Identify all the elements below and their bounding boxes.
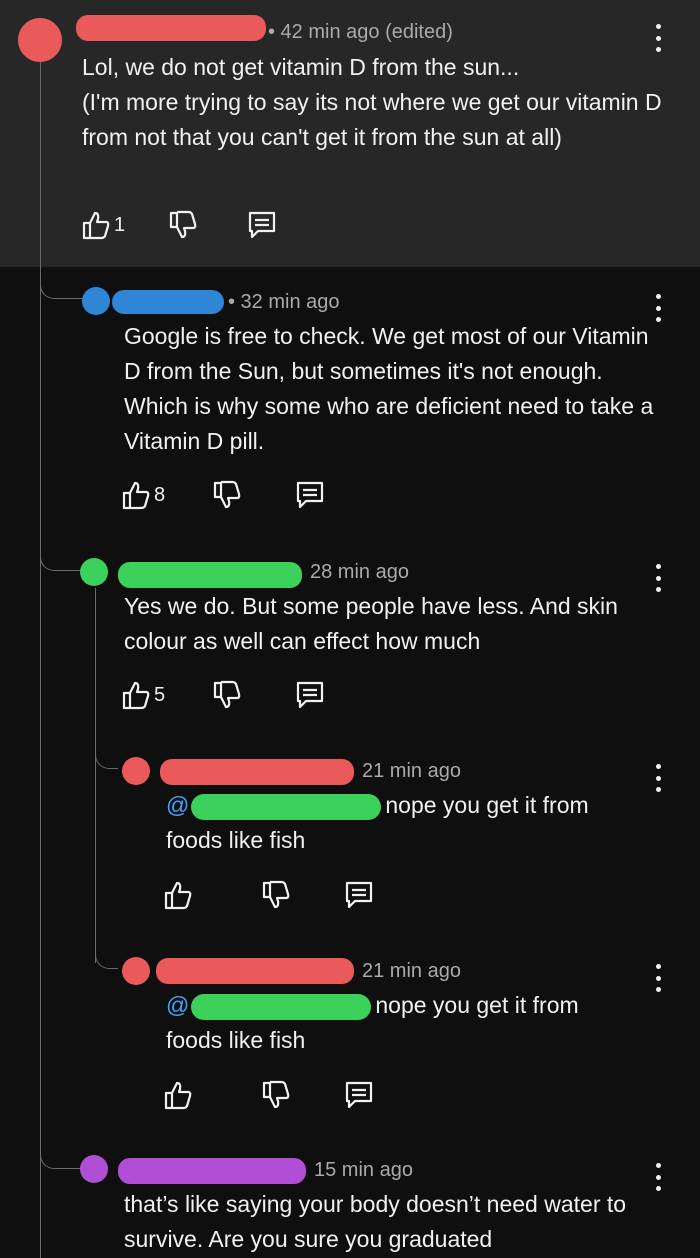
reply-icon	[295, 680, 325, 710]
thumb-up-icon	[122, 680, 150, 710]
comment-line-rest: nope you get it from	[375, 992, 579, 1018]
comment-line-rest: nope you get it from	[385, 792, 589, 818]
dislike-button[interactable]	[262, 880, 290, 910]
more-vert-icon[interactable]	[648, 564, 668, 592]
reply-button[interactable]	[344, 1080, 374, 1110]
thumb-down-icon	[169, 210, 197, 240]
reply-icon	[295, 480, 325, 510]
comment-line: foods like fish	[166, 1027, 306, 1053]
comment-timestamp: 28 min ago	[310, 561, 409, 583]
like-button[interactable]: 5	[122, 680, 165, 710]
mention-link[interactable]: @	[166, 792, 385, 820]
comment-timestamp: 21 min ago	[362, 760, 461, 782]
like-button[interactable]	[164, 880, 196, 910]
comment-text: Google is free to check. We get most of …	[124, 319, 664, 459]
more-vert-icon[interactable]	[648, 24, 668, 52]
thumb-down-icon	[213, 680, 241, 710]
avatar[interactable]	[18, 18, 62, 62]
comment-line: foods like fish	[166, 827, 306, 853]
avatar[interactable]	[122, 757, 150, 785]
thumb-up-icon	[164, 1080, 192, 1110]
dislike-button[interactable]	[169, 210, 197, 240]
thumb-down-icon	[262, 1080, 290, 1110]
author-name-redacted[interactable]	[156, 958, 354, 984]
reply-button[interactable]	[295, 680, 325, 710]
comment-actions	[164, 1080, 374, 1110]
comment-line: (I'm more trying to say its not where we…	[82, 89, 662, 150]
author-name-redacted[interactable]	[76, 15, 266, 41]
comment-actions	[164, 880, 374, 910]
comment-timestamp: • 42 min ago (edited)	[268, 21, 453, 43]
comment-line: Google is free to check. We get most of …	[124, 323, 654, 454]
avatar[interactable]	[122, 957, 150, 985]
thread-branch	[95, 940, 118, 969]
more-vert-icon[interactable]	[648, 964, 668, 992]
thumb-up-icon	[122, 480, 150, 510]
avatar[interactable]	[80, 558, 108, 586]
thumb-down-icon	[262, 880, 290, 910]
dislike-button[interactable]	[262, 1080, 290, 1110]
author-name-redacted[interactable]	[112, 290, 224, 314]
like-count: 8	[154, 483, 166, 506]
thumb-down-icon	[213, 480, 241, 510]
comment-text: @ nope you get it from foods like fish	[166, 788, 646, 858]
comment-line: that’s like saying your body doesn’t nee…	[124, 1191, 627, 1252]
comment-line: @ nope you get it from	[166, 788, 646, 823]
comment-text: Yes we do. But some people have less. An…	[124, 589, 664, 659]
mention-redacted	[191, 793, 382, 820]
thumb-up-icon	[164, 880, 192, 910]
comment-line: @ nope you get it from	[166, 988, 646, 1023]
comment-text: Lol, we do not get vitamin D from the su…	[82, 50, 672, 155]
more-vert-icon[interactable]	[648, 294, 668, 322]
like-button[interactable]: 1	[82, 210, 125, 240]
avatar[interactable]	[80, 1155, 108, 1183]
comment-timestamp: 21 min ago	[362, 960, 461, 982]
thumb-up-icon	[82, 210, 110, 240]
like-button[interactable]: 8	[122, 480, 165, 510]
thread-branch	[40, 1140, 83, 1169]
reply-button[interactable]	[247, 210, 277, 240]
reply-button[interactable]	[295, 480, 325, 510]
comment-timestamp: • 32 min ago	[228, 291, 340, 313]
comment-timestamp: 15 min ago	[314, 1159, 413, 1181]
author-name-redacted[interactable]	[160, 759, 354, 785]
thread-line-main	[40, 62, 41, 1258]
comment-actions: 5	[122, 680, 325, 710]
reply-icon	[344, 880, 374, 910]
thread-branch	[40, 540, 83, 571]
dislike-button[interactable]	[213, 680, 241, 710]
mention-link[interactable]: @	[166, 992, 375, 1020]
avatar[interactable]	[82, 287, 110, 315]
like-count: 1	[114, 213, 126, 236]
dislike-button[interactable]	[213, 480, 241, 510]
comment-text: @ nope you get it from foods like fish	[166, 988, 646, 1058]
thread-line-nested	[95, 588, 96, 963]
comment-actions: 8	[122, 480, 325, 510]
comment-actions: 1	[82, 210, 277, 240]
mention-redacted	[191, 993, 372, 1020]
thread-branch	[40, 270, 83, 299]
author-name-redacted[interactable]	[118, 1158, 306, 1184]
thread-branch	[95, 740, 118, 769]
more-vert-icon[interactable]	[648, 764, 668, 792]
reply-icon	[247, 210, 277, 240]
like-button[interactable]	[164, 1080, 196, 1110]
comment-line: Yes we do. But some people have less. An…	[124, 593, 618, 654]
comment-text: that’s like saying your body doesn’t nee…	[124, 1187, 664, 1257]
reply-icon	[344, 1080, 374, 1110]
reply-button[interactable]	[344, 880, 374, 910]
comment-line: Lol, we do not get vitamin D from the su…	[82, 54, 520, 80]
like-count: 5	[154, 683, 166, 706]
author-name-redacted[interactable]	[118, 562, 302, 588]
